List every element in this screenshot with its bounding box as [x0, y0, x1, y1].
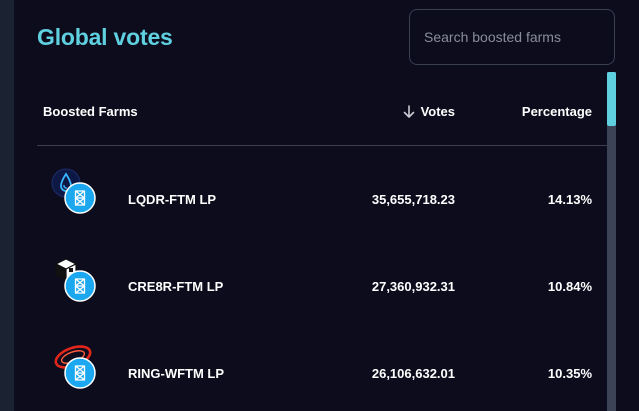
fantom-icon	[64, 182, 96, 214]
scrollbar-thumb[interactable]	[607, 72, 616, 126]
farm-percentage: 10.35%	[547, 366, 592, 381]
column-header-percentage[interactable]: Percentage	[522, 104, 592, 119]
search-input[interactable]	[410, 10, 614, 64]
arrow-down-icon	[403, 104, 414, 118]
column-header-votes[interactable]: Votes	[403, 104, 455, 119]
fantom-icon	[64, 357, 96, 389]
farm-name: LQDR-FTM LP	[128, 192, 217, 207]
search-box[interactable]	[409, 9, 615, 65]
farm-votes: 26,106,632.01	[371, 366, 455, 381]
farm-name: RING-WFTM LP	[128, 366, 225, 381]
table-row[interactable]: RING-WFTM LP 26,106,632.01 10.35%	[37, 328, 607, 411]
table-row[interactable]: LQDR-FTM LP 35,655,718.23 14.13%	[37, 154, 607, 242]
table-header: Boosted Farms Votes Percentage	[37, 72, 607, 146]
ring-wftm-pair-icon	[54, 345, 96, 389]
scrollbar[interactable]	[607, 72, 616, 411]
fantom-icon	[64, 270, 96, 302]
lqdr-ftm-pair-icon	[51, 168, 96, 214]
farm-name: CRE8R-FTM LP	[128, 279, 224, 294]
farm-percentage: 10.84%	[547, 279, 592, 294]
cre8r-ftm-pair-icon	[54, 258, 96, 302]
table-row[interactable]: CRE8R-FTM LP 27,360,932.31 10.84%	[37, 241, 607, 329]
boosted-farms-table: Boosted Farms Votes Percentage LQDR-FTM …	[37, 72, 607, 411]
column-header-votes-label: Votes	[420, 104, 455, 119]
farm-percentage: 14.13%	[547, 192, 592, 207]
page-title: Global votes	[37, 24, 173, 50]
farm-votes: 35,655,718.23	[371, 192, 455, 207]
left-panel-edge	[0, 0, 14, 411]
farm-votes: 27,360,932.31	[371, 279, 455, 294]
column-header-farms[interactable]: Boosted Farms	[43, 104, 138, 119]
